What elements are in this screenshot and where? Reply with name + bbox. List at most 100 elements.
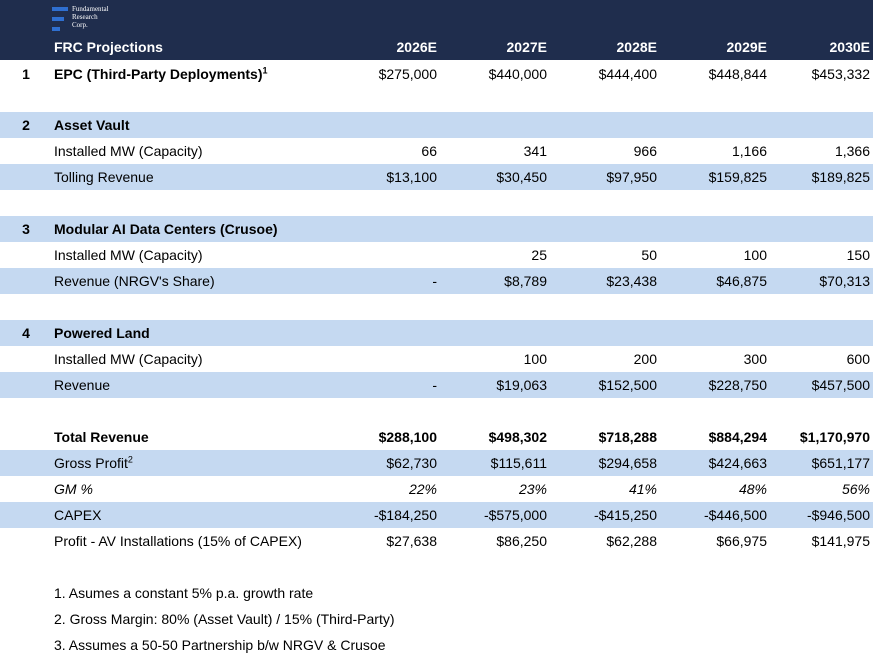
row-number: 4 [22,325,30,341]
table-row: Installed MW (Capacity) 100 200 300 600 [0,346,873,372]
logo-line: Fundamental [72,5,109,13]
row-number: 1 [22,66,30,82]
cell-value: 41% [628,481,657,497]
cell-value: $141,975 [811,533,870,549]
cell-value: $440,000 [488,66,547,82]
row-label: GM % [54,481,93,497]
cell-value: $159,825 [708,169,767,185]
row-label: EPC (Third-Party Deployments)1 [54,61,268,87]
cell-value: $1,170,970 [799,429,870,445]
row-label: Gross Profit2 [54,450,133,476]
cell-value: 966 [633,143,657,159]
cell-value: $189,825 [811,169,870,185]
cell-value: 25 [531,247,547,263]
cell-value: $453,332 [811,66,870,82]
footnote-marker: 1 [262,65,268,76]
footnote: 2. Gross Margin: 80% (Asset Vault) / 15%… [54,611,395,627]
row-label: Profit - AV Installations (15% of CAPEX) [54,533,302,549]
cell-value: $19,063 [496,377,547,393]
table-row-gm: GM % 22% 23% 41% 48% 56% [0,476,873,502]
cell-value: -$575,000 [483,507,547,523]
row-label-text: Gross Profit [54,455,128,471]
section-title: Asset Vault [54,117,130,133]
table-row: Revenue - $19,063 $152,500 $228,750 $457… [0,372,873,398]
table-row-capex: CAPEX -$184,250 -$575,000 -$415,250 -$44… [0,502,873,528]
section-title: Modular AI Data Centers (Crusoe) [54,221,278,237]
table-row: Tolling Revenue $13,100 $30,450 $97,950 … [0,164,873,190]
table-row-gross-profit: Gross Profit2 $62,730 $115,611 $294,658 … [0,450,873,476]
year-header: 2030E [829,39,870,55]
table-row-total-revenue: Total Revenue $288,100 $498,302 $718,288… [0,424,873,450]
cell-value: $46,875 [716,273,767,289]
logo-bar-icon [52,27,60,31]
page-title: FRC Projections [54,39,163,55]
cell-value: $62,730 [386,455,437,471]
cell-value: $275,000 [378,66,437,82]
year-header: 2027E [506,39,547,55]
cell-value: $457,500 [811,377,870,393]
cell-value: 100 [743,247,767,263]
table-row: Installed MW (Capacity) 25 50 100 150 [0,242,873,268]
cell-value: 50 [641,247,657,263]
row-label: Revenue [54,377,111,393]
cell-value: 23% [518,481,547,497]
year-header: 2028E [616,39,657,55]
cell-value: $288,100 [378,429,437,445]
cell-value: $152,500 [598,377,657,393]
row-label: CAPEX [54,507,102,523]
cell-value: -$184,250 [373,507,437,523]
section-header-asset-vault: 2 Asset Vault [0,112,873,138]
row-label-text: EPC (Third-Party Deployments) [54,66,263,82]
cell-value: $30,450 [496,169,547,185]
cell-value: 150 [846,247,870,263]
cell-value: 200 [633,351,657,367]
cell-value: $424,663 [708,455,767,471]
footnote: 3. Assumes a 50-50 Partnership b/w NRGV … [54,637,386,653]
cell-value: $13,100 [386,169,437,185]
table-row-epc: 1 EPC (Third-Party Deployments)1 $275,00… [0,61,873,87]
section-header-powered-land: 4 Powered Land [0,320,873,346]
footnote: 1. Asumes a constant 5% p.a. growth rate [54,585,314,601]
cell-value: $228,750 [708,377,767,393]
section-title: Powered Land [54,325,150,341]
cell-value: -$446,500 [703,507,767,523]
footnote-marker: 2 [127,454,133,465]
section-header-modular: 3 Modular AI Data Centers (Crusoe) [0,216,873,242]
cell-value: $884,294 [708,429,767,445]
cell-value: $70,313 [819,273,870,289]
cell-value: $8,789 [504,273,547,289]
cell-value: - [432,377,437,393]
cell-value: 22% [408,481,437,497]
cell-value: 600 [846,351,870,367]
logo-line: Corp. [72,21,88,29]
table-row-profit-av: Profit - AV Installations (15% of CAPEX)… [0,528,873,554]
year-header: 2026E [396,39,437,55]
row-label: Revenue (NRGV's Share) [54,273,215,289]
cell-value: $718,288 [598,429,657,445]
cell-value: $86,250 [496,533,547,549]
table-row: Revenue (NRGV's Share) - $8,789 $23,438 … [0,268,873,294]
year-header: 2029E [726,39,767,55]
logo-text: Fundamental Research Corp. [72,5,109,29]
cell-value: 1,366 [834,143,870,159]
logo-line: Research [72,13,98,21]
cell-value: 100 [523,351,547,367]
row-label: Installed MW (Capacity) [54,247,203,263]
cell-value: 300 [743,351,767,367]
table-row: Installed MW (Capacity) 66 341 966 1,166… [0,138,873,164]
cell-value: $115,611 [490,455,547,471]
row-label: Installed MW (Capacity) [54,143,203,159]
logo-bar-icon [52,7,68,11]
cell-value: $97,950 [606,169,657,185]
cell-value: $444,400 [598,66,657,82]
cell-value: $27,638 [386,533,437,549]
cell-value: $62,288 [606,533,657,549]
cell-value: 341 [523,143,547,159]
row-label: Tolling Revenue [54,169,154,185]
cell-value: $294,658 [598,455,657,471]
company-logo: Fundamental Research Corp. [52,5,122,35]
row-label: Installed MW (Capacity) [54,351,203,367]
cell-value: $66,975 [716,533,767,549]
cell-value: $23,438 [606,273,657,289]
row-number: 2 [22,117,30,133]
